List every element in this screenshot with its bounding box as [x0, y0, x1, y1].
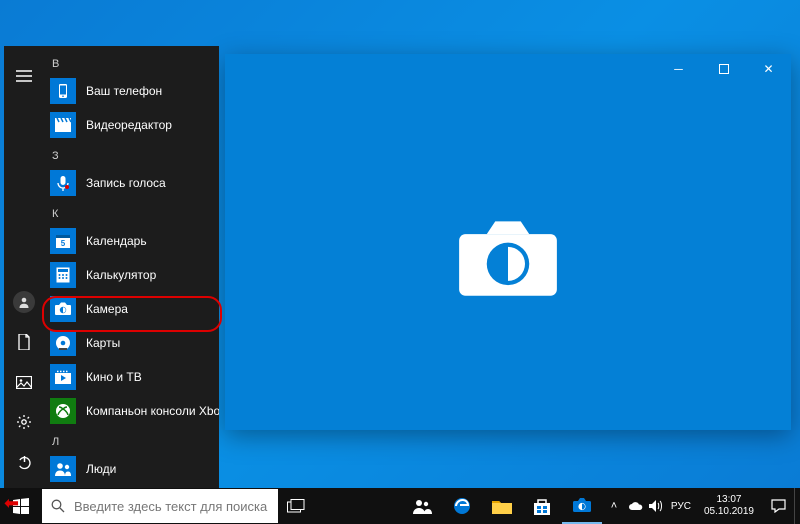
movies-icon: [50, 364, 76, 390]
taskbar-app-camera[interactable]: [562, 488, 602, 524]
app-label: Люди: [86, 462, 116, 476]
clapper-icon: [50, 112, 76, 138]
app-label: Компаньон консоли Xbox: [86, 404, 219, 418]
gear-icon: [16, 414, 32, 430]
tray-volume[interactable]: [646, 488, 666, 524]
app-label: Кино и ТВ: [86, 370, 142, 384]
minimize-icon: ─: [674, 62, 683, 76]
app-item-people[interactable]: Люди: [44, 452, 219, 486]
start-rail: [4, 46, 44, 488]
app-item-movies[interactable]: Кино и ТВ: [44, 360, 219, 394]
camera-large-icon: [453, 215, 563, 300]
task-view-icon: [287, 499, 305, 513]
show-desktop[interactable]: [794, 488, 800, 524]
settings-button[interactable]: [4, 402, 44, 442]
taskbar-app-edge[interactable]: [442, 488, 482, 524]
app-label: Камера: [86, 302, 128, 316]
task-view-button[interactable]: [278, 488, 314, 524]
tray-notifications[interactable]: [762, 488, 794, 524]
user-icon: [13, 291, 35, 313]
document-icon: [17, 334, 31, 350]
titlebar: ─ ✕: [225, 54, 791, 84]
app-label: Ваш телефон: [86, 84, 162, 98]
close-button[interactable]: ✕: [746, 54, 791, 84]
section-letter[interactable]: В: [44, 50, 219, 74]
store-icon: [533, 498, 551, 515]
app-label: Запись голоса: [86, 176, 166, 190]
power-icon: [17, 455, 32, 470]
xbox-icon: [50, 398, 76, 424]
app-label: Карты: [86, 336, 120, 350]
tray-expand[interactable]: ˄: [602, 488, 626, 524]
people-icon: [50, 456, 76, 482]
maps-icon: [50, 330, 76, 356]
app-item-voice[interactable]: Запись голоса: [44, 166, 219, 200]
app-item-xbox[interactable]: Компаньон консоли Xbox: [44, 394, 219, 428]
minimize-button[interactable]: ─: [656, 54, 701, 84]
hamburger-button[interactable]: [4, 56, 44, 96]
app-label: Видеоредактор: [86, 118, 172, 132]
pictures-icon: [16, 376, 32, 389]
app-item-video[interactable]: Видеоредактор: [44, 108, 219, 142]
apps-list[interactable]: В Ваш телефон Видеоредактор З Запись голоса К…: [44, 46, 219, 488]
start-button[interactable]: [0, 488, 42, 524]
app-item-calendar[interactable]: 5 Календарь: [44, 224, 219, 258]
tray-clock[interactable]: 13:07 05.10.2019: [696, 494, 762, 518]
app-item-calc[interactable]: Калькулятор: [44, 258, 219, 292]
app-item-camera[interactable]: Камера: [44, 292, 219, 326]
hamburger-icon: [16, 70, 32, 82]
chevron-up-icon: ˄: [611, 500, 617, 512]
taskbar-app-explorer[interactable]: [482, 488, 522, 524]
power-button[interactable]: [4, 442, 44, 482]
section-letter[interactable]: Л: [44, 428, 219, 452]
taskbar-app-people[interactable]: [402, 488, 442, 524]
camera-viewport: [225, 84, 791, 430]
taskbar-app-store[interactable]: [522, 488, 562, 524]
camera-icon: [572, 497, 592, 513]
app-label: Калькулятор: [86, 268, 156, 282]
folder-icon: [492, 499, 512, 514]
clock-time: 13:07: [704, 494, 754, 506]
calc-icon: [50, 262, 76, 288]
search-icon: [42, 499, 74, 513]
phone-icon: [50, 78, 76, 104]
camera-icon: [50, 296, 76, 322]
section-letter[interactable]: З: [44, 142, 219, 166]
calendar-icon: 5: [50, 228, 76, 254]
cloud-icon: [628, 501, 643, 511]
camera-app-window: ─ ✕: [225, 54, 791, 430]
mic-icon: [50, 170, 76, 196]
edge-icon: [453, 497, 471, 515]
people-icon: [412, 498, 432, 514]
search-placeholder: Введите здесь текст для поиска: [74, 499, 267, 514]
clock-date: 05.10.2019: [704, 506, 754, 518]
documents-button[interactable]: [4, 322, 44, 362]
section-letter[interactable]: К: [44, 200, 219, 224]
tray-lang[interactable]: РУС: [666, 488, 696, 524]
svg-text:5: 5: [61, 239, 66, 248]
user-button[interactable]: [4, 282, 44, 322]
notification-icon: [771, 499, 786, 513]
pictures-button[interactable]: [4, 362, 44, 402]
search-box[interactable]: Введите здесь текст для поиска: [42, 489, 278, 523]
lang-label: РУС: [671, 501, 691, 512]
app-label: Календарь: [86, 234, 147, 248]
windows-icon: [13, 498, 29, 514]
maximize-button[interactable]: [701, 54, 746, 84]
app-item-phone[interactable]: Ваш телефон: [44, 74, 219, 108]
close-icon: ✕: [763, 62, 773, 76]
maximize-icon: [719, 64, 729, 74]
app-item-maps[interactable]: Карты: [44, 326, 219, 360]
taskbar: Введите здесь текст для поиска ˄ РУС 13:…: [0, 488, 800, 524]
speaker-icon: [649, 500, 663, 512]
tray-onedrive[interactable]: [626, 488, 646, 524]
start-menu: В Ваш телефон Видеоредактор З Запись голоса К…: [4, 46, 219, 488]
